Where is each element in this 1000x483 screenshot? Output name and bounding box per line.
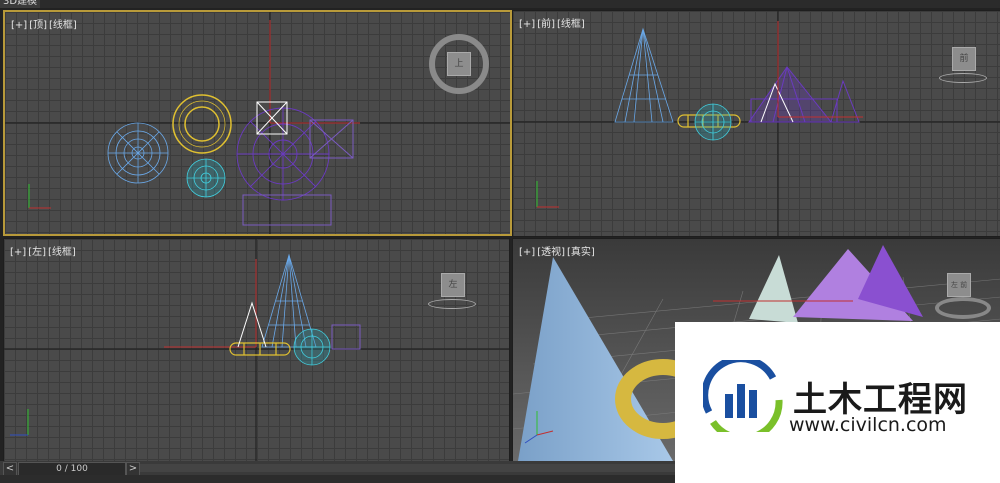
axis-tripod-left [10, 409, 29, 436]
pyramid-purple-front [748, 66, 860, 123]
axis-tripod-front [536, 181, 559, 208]
timeline-next-button[interactable]: > [126, 462, 140, 476]
viewport-shading-label[interactable]: [真实] [567, 247, 595, 258]
viewport-menu-plus[interactable]: [+] [10, 247, 26, 258]
selected-box [256, 101, 288, 135]
viewport-label-left: [+] [左] [线框] [10, 243, 78, 258]
sphere-cyan-wireframe [186, 158, 226, 198]
track-bar[interactable] [140, 464, 675, 472]
viewcube-ring [428, 299, 476, 309]
window-title: 3D建模 [0, 0, 41, 8]
viewport-view-label[interactable]: [透视] [537, 247, 565, 258]
viewcube-front[interactable]: 前 [939, 47, 999, 87]
selected-box-left [237, 301, 267, 348]
viewport-menu-plus[interactable]: [+] [519, 19, 535, 30]
viewcube-face[interactable]: 前 [952, 47, 976, 71]
viewport-view-label[interactable]: [顶] [29, 20, 47, 31]
viewport-menu-plus[interactable]: [+] [519, 247, 535, 258]
viewport-label-front: [+] [前] [线框] [519, 15, 587, 30]
front-scene [513, 11, 1000, 236]
viewport-label-perspective: [+] [透视] [真实] [519, 243, 597, 258]
viewport-top[interactable]: [+] [顶] [线框] 上 [3, 10, 512, 236]
viewport-shading-label[interactable]: [线框] [48, 247, 76, 258]
sphere-blue-wireframe [107, 122, 169, 184]
viewport-view-label[interactable]: [前] [537, 19, 555, 30]
civilcn-logo-icon [703, 360, 783, 432]
watermark-overlay: 土木工程网 www.civilcn.com [675, 322, 1000, 483]
watermark-url: www.civilcn.com [789, 414, 947, 436]
viewcube-face[interactable]: 上 [447, 52, 471, 76]
viewcube-perspective[interactable]: 左 前 [935, 269, 995, 319]
timeline-prev-button[interactable]: < [3, 462, 17, 476]
viewcube-ring [939, 73, 987, 83]
cone-blue-wireframe [614, 27, 674, 123]
sphere-cyan-front [694, 103, 732, 141]
box-purple-left [331, 324, 361, 350]
viewport-left[interactable]: [+] [左] [线框] 左 [3, 238, 510, 462]
sphere-cyan-left [293, 328, 331, 366]
viewport-menu-plus[interactable]: [+] [11, 20, 27, 31]
viewport-view-label[interactable]: [左] [28, 247, 46, 258]
viewport-front[interactable]: [+] [前] [线框] 前 [512, 10, 1000, 237]
viewcube-ring [935, 297, 991, 319]
viewcube-top[interactable]: 上 [429, 34, 489, 94]
torus-yellow-wireframe [172, 94, 232, 154]
viewcube-left[interactable]: 左 [428, 273, 488, 313]
viewport-label-top: [+] [顶] [线框] [11, 16, 79, 31]
viewport-shading-label[interactable]: [线框] [49, 20, 77, 31]
time-slider[interactable]: 0 / 100 [18, 462, 126, 476]
viewport-shading-label[interactable]: [线框] [557, 19, 585, 30]
viewcube-face[interactable]: 左 前 [947, 273, 971, 297]
title-strip: 3D建模 [0, 0, 1000, 8]
viewcube-face[interactable]: 左 [441, 273, 465, 297]
axis-tripod-top [28, 184, 51, 209]
